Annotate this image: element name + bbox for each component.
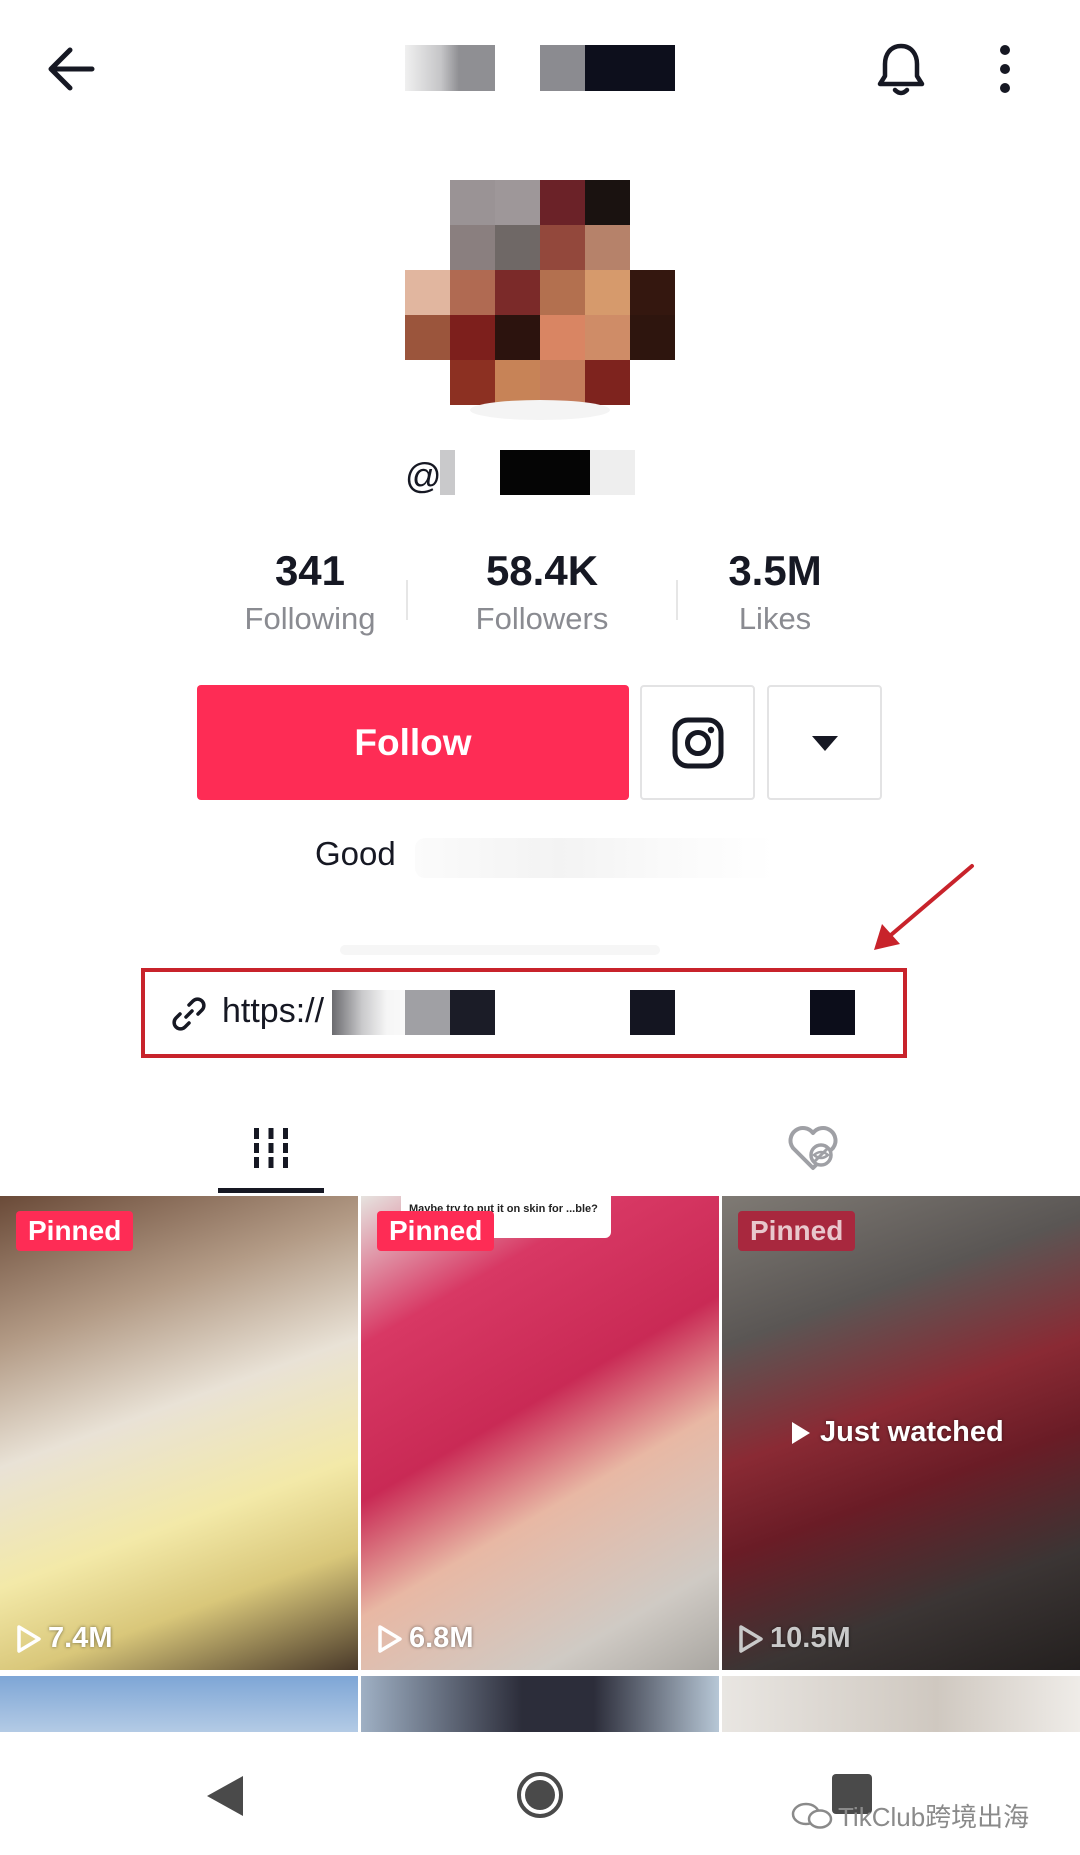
annotation-arrow <box>874 864 974 950</box>
view-count-value: 6.8M <box>409 1622 474 1654</box>
watermark-text: TikClub跨境出海 <box>838 1802 1030 1832</box>
grid-icon <box>249 1128 293 1168</box>
stat-label: Likes <box>738 601 812 636</box>
profile-link[interactable]: https:// <box>222 992 324 1031</box>
profile-name-redacted-3 <box>585 45 675 91</box>
video-tile[interactable]: Pinned 7.4M <box>0 1196 358 1670</box>
video-tile[interactable] <box>361 1676 719 1732</box>
heart-hidden-icon <box>788 1126 838 1170</box>
instagram-button[interactable] <box>640 685 755 800</box>
profile-name-redacted <box>405 45 495 91</box>
bell-icon <box>877 43 925 96</box>
bio-text: Good <box>315 835 396 872</box>
divider <box>406 580 408 620</box>
caret-down-icon <box>811 735 838 751</box>
stat-label: Followers <box>475 601 609 636</box>
pinned-badge: Pinned <box>16 1211 134 1251</box>
username: @ <box>405 455 442 496</box>
arrow-left-icon <box>48 47 95 91</box>
username-redacted-2 <box>500 450 590 495</box>
top-bar <box>0 0 1080 140</box>
bio-redacted-2 <box>340 945 660 955</box>
pinned-badge: Pinned <box>738 1211 856 1251</box>
instagram-icon <box>672 717 723 768</box>
view-count-value: 7.4M <box>48 1622 113 1654</box>
stat-value: 58.4K <box>485 547 599 594</box>
more-options-button[interactable] <box>985 38 1025 100</box>
avatar[interactable] <box>405 180 675 405</box>
nav-back-icon[interactable] <box>203 1772 247 1820</box>
stat-value: 3.5M <box>728 547 822 594</box>
wechat-icon <box>791 1802 833 1829</box>
view-count-value: 10.5M <box>770 1622 851 1654</box>
stat-label: Following <box>244 601 376 636</box>
nav-home-icon[interactable] <box>515 1770 565 1820</box>
pinned-badge: Pinned <box>377 1211 495 1251</box>
play-icon <box>17 1624 41 1653</box>
bio-redacted <box>415 838 775 878</box>
profile-tabs <box>0 1100 1080 1196</box>
video-tile[interactable] <box>0 1676 358 1732</box>
follow-button[interactable]: Follow <box>197 685 629 800</box>
back-button[interactable] <box>40 38 102 100</box>
avatar-ring <box>470 400 610 420</box>
tab-liked[interactable] <box>760 1100 866 1196</box>
view-count: 6.8M <box>377 1622 473 1655</box>
tab-videos[interactable] <box>218 1100 324 1196</box>
view-count: 7.4M <box>16 1622 112 1655</box>
video-tile[interactable]: Maybe try to put it on skin for ...ble? … <box>361 1196 719 1670</box>
profile-name-redacted-2 <box>540 45 585 91</box>
stat-followers[interactable]: 58.4K Followers <box>422 545 662 637</box>
username-redacted-3 <box>590 450 635 495</box>
link-redacted-5 <box>810 990 855 1035</box>
stat-likes[interactable]: 3.5M Likes <box>655 545 895 637</box>
video-tile[interactable]: Pinned Just watched 10.5M <box>722 1196 1080 1670</box>
system-nav-bar: TikClub跨境出海 <box>0 1732 1080 1855</box>
username-redacted <box>440 450 455 495</box>
more-profile-options-button[interactable] <box>767 685 882 800</box>
play-icon <box>378 1624 402 1653</box>
just-watched-overlay: Just watched <box>790 1416 1004 1449</box>
view-count: 10.5M <box>738 1622 851 1655</box>
play-icon <box>739 1624 763 1653</box>
stat-value: 341 <box>274 547 346 594</box>
play-filled-icon <box>792 1421 810 1444</box>
more-vertical-icon <box>1000 45 1010 93</box>
active-tab-indicator <box>218 1188 324 1193</box>
username-prefix: @ <box>405 455 442 496</box>
video-tile[interactable] <box>722 1676 1080 1732</box>
watermark: TikClub跨境出海 <box>790 1797 1029 1834</box>
just-watched-label: Just watched <box>820 1416 1004 1448</box>
video-grid: Pinned 7.4M Maybe try to put it on skin … <box>0 1196 1080 1732</box>
link-redacted-2 <box>405 990 450 1035</box>
profile-stats: 341 Following 58.4K Followers 3.5M Likes <box>190 545 890 655</box>
link-redacted-4 <box>630 990 675 1035</box>
notification-button[interactable] <box>870 38 932 100</box>
stat-following[interactable]: 341 Following <box>190 545 430 637</box>
link-icon <box>172 997 206 1031</box>
link-redacted-3 <box>450 990 495 1035</box>
